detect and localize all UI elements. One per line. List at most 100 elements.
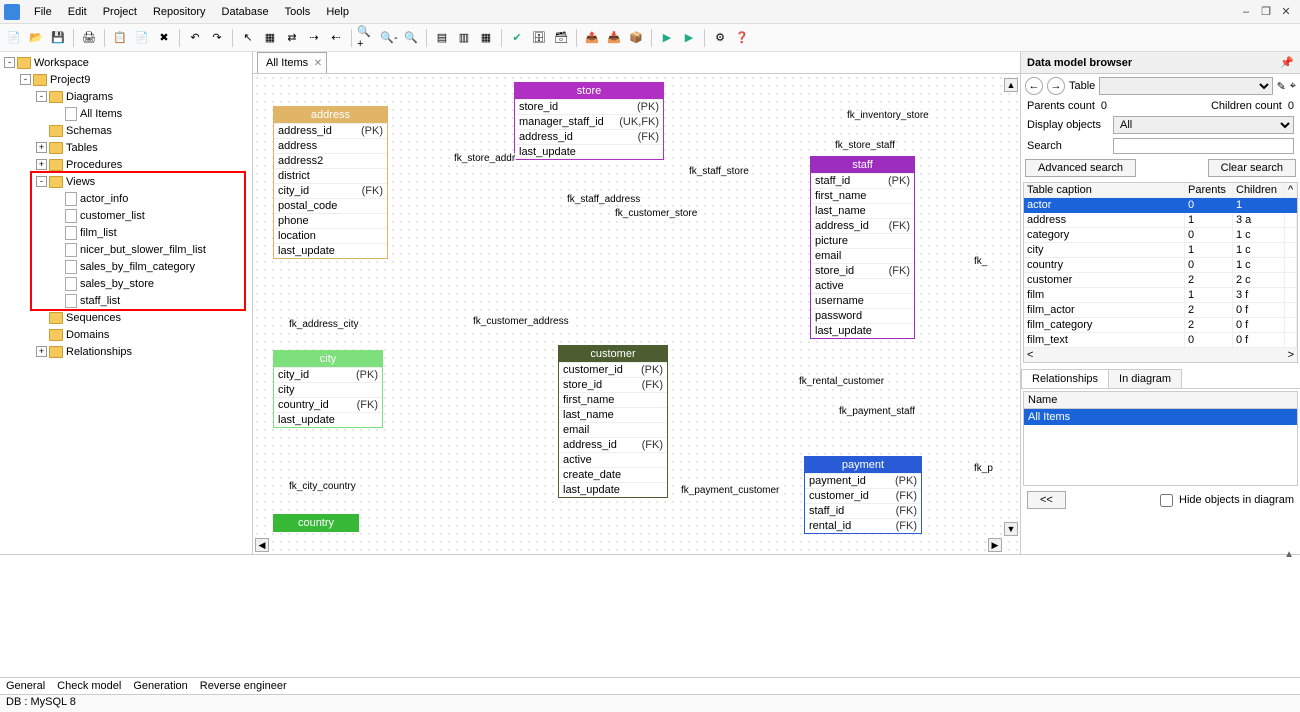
zoom-in-icon[interactable]: 🔍+ — [357, 28, 377, 48]
table-staff[interactable]: staffstaff_id(PK)first_namelast_nameaddr… — [810, 156, 915, 339]
bottom-tab-check-model[interactable]: Check model — [57, 680, 121, 692]
view2-icon[interactable]: ▥ — [454, 28, 474, 48]
relation-icon[interactable]: ⇄ — [282, 28, 302, 48]
table-column[interactable]: phone — [274, 213, 387, 228]
table-column[interactable]: address_id(FK) — [559, 437, 667, 452]
table-header[interactable]: city — [274, 351, 382, 367]
tree-project9[interactable]: -Project9 — [0, 71, 252, 88]
table-row[interactable]: film_category20 f — [1024, 318, 1297, 333]
table-column[interactable]: address2 — [274, 153, 387, 168]
table-row[interactable]: film13 f — [1024, 288, 1297, 303]
clear-search-button[interactable]: Clear search — [1208, 159, 1296, 177]
project-tree[interactable]: -Workspace-Project9-DiagramsAll ItemsSch… — [0, 52, 253, 554]
pointer-icon[interactable]: ↖ — [238, 28, 258, 48]
menu-database[interactable]: Database — [214, 6, 277, 18]
tree-sequences[interactable]: Sequences — [0, 309, 252, 326]
tree-toggle[interactable] — [52, 244, 63, 255]
tree-procedures[interactable]: +Procedures — [0, 156, 252, 173]
col-children[interactable]: Children — [1233, 183, 1285, 198]
paste-icon[interactable]: 📄 — [132, 28, 152, 48]
table-row[interactable]: film_actor20 f — [1024, 303, 1297, 318]
redo-icon[interactable]: ↷ — [207, 28, 227, 48]
help-icon[interactable]: ❓ — [732, 28, 752, 48]
table-column[interactable]: address — [274, 138, 387, 153]
table-column[interactable]: rental_id(FK) — [805, 518, 921, 533]
menu-file[interactable]: File — [26, 6, 60, 18]
table-column[interactable]: customer_id(FK) — [805, 488, 921, 503]
nav-fwd-icon[interactable]: → — [1047, 77, 1065, 95]
menu-tools[interactable]: Tools — [277, 6, 319, 18]
display-select[interactable]: All — [1113, 116, 1294, 134]
tab-in-diagram[interactable]: In diagram — [1108, 369, 1182, 388]
table-icon[interactable]: ▦ — [260, 28, 280, 48]
table-column[interactable]: email — [811, 248, 914, 263]
tree-customer_list[interactable]: customer_list — [0, 207, 252, 224]
tree-film_list[interactable]: film_list — [0, 224, 252, 241]
menu-repository[interactable]: Repository — [145, 6, 214, 18]
table-store[interactable]: storestore_id(PK)manager_staff_id(UK,FK)… — [514, 82, 664, 160]
table-column[interactable]: picture — [811, 233, 914, 248]
table-column[interactable]: last_update — [274, 412, 382, 427]
table-column[interactable]: address_id(FK) — [811, 218, 914, 233]
menu-project[interactable]: Project — [95, 6, 145, 18]
table-customer[interactable]: customercustomer_id(PK)store_id(FK)first… — [558, 345, 668, 498]
tree-all-items[interactable]: All Items — [0, 105, 252, 122]
bottom-tab-reverse-engineer[interactable]: Reverse engineer — [200, 680, 287, 692]
scroll-up[interactable]: ▲ — [1004, 78, 1018, 92]
minimize-button[interactable]: – — [1236, 6, 1256, 18]
tree-toggle[interactable] — [36, 125, 47, 136]
table-column[interactable]: staff_id(FK) — [805, 503, 921, 518]
table-column[interactable]: location — [274, 228, 387, 243]
table-column[interactable]: password — [811, 308, 914, 323]
copy-icon[interactable]: 📋 — [110, 28, 130, 48]
table-column[interactable]: last_update — [811, 323, 914, 338]
tree-toggle[interactable] — [52, 278, 63, 289]
zoom-fit-icon[interactable]: 🔍 — [401, 28, 421, 48]
table-column[interactable]: last_update — [515, 144, 663, 159]
tree-sales_by_store[interactable]: sales_by_store — [0, 275, 252, 292]
tree-toggle[interactable] — [52, 261, 63, 272]
check-icon[interactable]: ✔ — [507, 28, 527, 48]
new-icon[interactable]: 📄 — [4, 28, 24, 48]
table-column[interactable]: country_id(FK) — [274, 397, 382, 412]
table-column[interactable]: manager_staff_id(UK,FK) — [515, 114, 663, 129]
tree-toggle[interactable] — [52, 210, 63, 221]
table-column[interactable]: district — [274, 168, 387, 183]
hide-objects-checkbox[interactable] — [1160, 494, 1173, 507]
collapse-handle[interactable]: ▲ — [1284, 549, 1294, 560]
nav-back-icon[interactable]: ← — [1025, 77, 1043, 95]
tree-toggle[interactable] — [52, 227, 63, 238]
table-header[interactable]: customer — [559, 346, 667, 362]
table-row[interactable]: country01 c — [1024, 258, 1297, 273]
export2-icon[interactable]: 📥 — [604, 28, 624, 48]
table-row[interactable]: customer22 c — [1024, 273, 1297, 288]
table-column[interactable]: last_name — [559, 407, 667, 422]
table-column[interactable]: city_id(FK) — [274, 183, 387, 198]
tree-actor_info[interactable]: actor_info — [0, 190, 252, 207]
table-column[interactable]: address_id(PK) — [274, 123, 387, 138]
table-column[interactable]: customer_id(PK) — [559, 362, 667, 377]
table-address[interactable]: addressaddress_id(PK)addressaddress2dist… — [273, 106, 388, 259]
tree-toggle[interactable]: - — [36, 176, 47, 187]
tree-domains[interactable]: Domains — [0, 326, 252, 343]
tree-toggle[interactable]: + — [36, 346, 47, 357]
tree-toggle[interactable] — [52, 295, 63, 306]
relation2-icon[interactable]: ⇢ — [304, 28, 324, 48]
menu-edit[interactable]: Edit — [60, 6, 95, 18]
menu-help[interactable]: Help — [318, 6, 357, 18]
table-column[interactable]: staff_id(PK) — [811, 173, 914, 188]
scroll-down[interactable]: ▼ — [1004, 522, 1018, 536]
table-column[interactable]: store_id(FK) — [811, 263, 914, 278]
col-parents[interactable]: Parents — [1185, 183, 1233, 198]
tree-toggle[interactable]: - — [20, 74, 31, 85]
back-button[interactable]: << — [1027, 491, 1066, 509]
print-icon[interactable]: 🖨 — [79, 28, 99, 48]
tree-schemas[interactable]: Schemas — [0, 122, 252, 139]
tree-toggle[interactable]: + — [36, 142, 47, 153]
table-country[interactable]: country — [273, 514, 359, 532]
view1-icon[interactable]: ▤ — [432, 28, 452, 48]
locate-icon[interactable]: ⌖ — [1290, 80, 1296, 93]
view3-icon[interactable]: ▦ — [476, 28, 496, 48]
table-header[interactable]: address — [274, 107, 387, 123]
tree-views[interactable]: -Views — [0, 173, 252, 190]
